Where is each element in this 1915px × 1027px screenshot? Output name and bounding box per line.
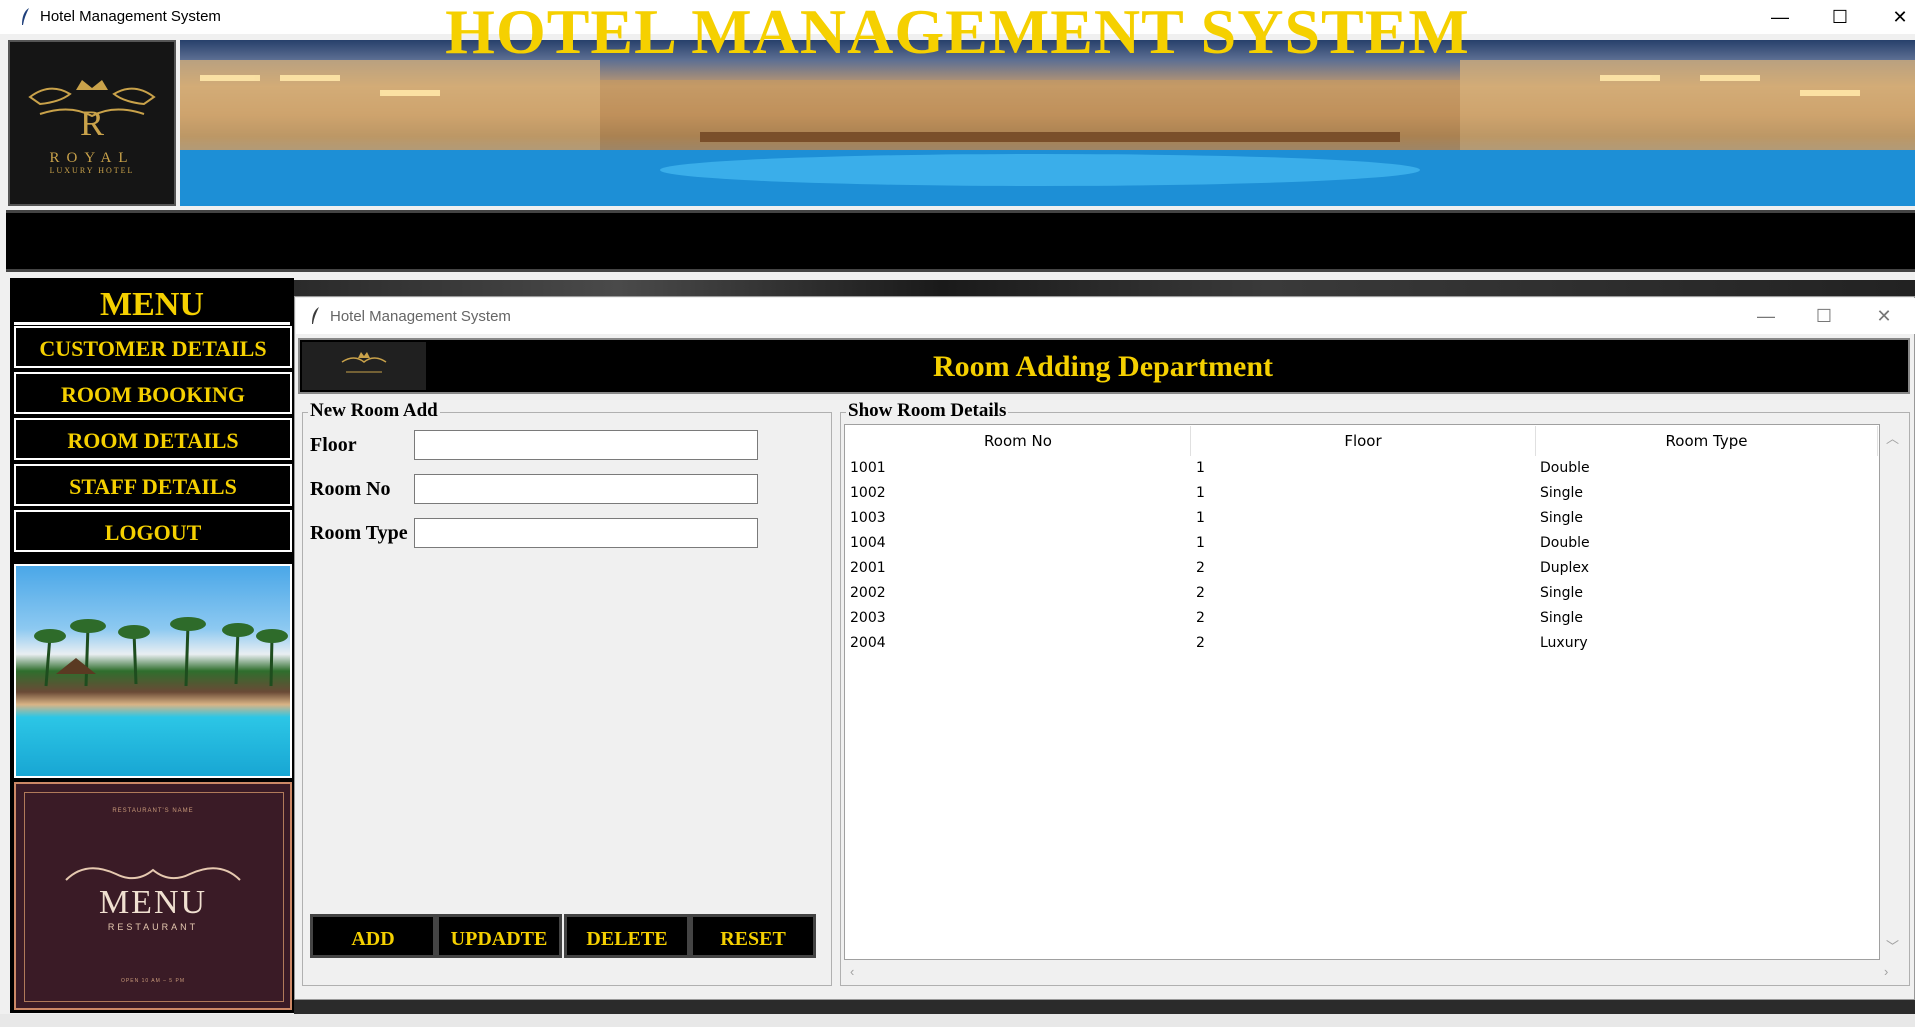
cell-room-no: 1004 [850, 535, 886, 551]
cell-room-no: 2002 [850, 585, 886, 601]
restaurant-hours: OPEN 10 AM – 5 PM [121, 978, 185, 984]
room-type-input[interactable] [414, 518, 758, 548]
logo-letter: R [79, 103, 104, 143]
room-type-label: Room Type [310, 522, 408, 544]
cell-floor: 2 [1196, 610, 1205, 626]
cell-floor: 2 [1196, 585, 1205, 601]
show-room-details-label: Show Room Details [846, 400, 1009, 422]
department-title: Room Adding Department [932, 350, 1273, 383]
inner-title-bar [296, 298, 1915, 334]
restaurant-menu-image: RESTAURANT'S NAME MENU RESTAURANT OPEN 1… [14, 782, 292, 1010]
floor-input[interactable] [414, 430, 758, 460]
cell-room-no: 1001 [850, 460, 886, 476]
cell-room-type: Double [1540, 460, 1590, 476]
menu-room-booking-button[interactable]: ROOM BOOKING [14, 372, 292, 414]
hotel-logo: R ROYAL LUXURY HOTEL [8, 40, 176, 206]
cell-room-no: 1003 [850, 510, 886, 526]
inner-window-title: Hotel Management System [330, 308, 511, 325]
cell-room-type: Single [1540, 610, 1584, 626]
add-button[interactable]: ADD [310, 914, 436, 958]
room-no-input[interactable] [414, 474, 758, 504]
table-row[interactable]: 1004 1 Double [846, 531, 1878, 556]
reset-button[interactable]: RESET [690, 914, 816, 958]
cell-room-no: 2004 [850, 635, 886, 651]
footer-strip [0, 1014, 1915, 1027]
column-header-room-type[interactable]: Room Type [1536, 426, 1878, 456]
room-no-label: Room No [310, 478, 391, 500]
main-title-bar [6, 210, 1915, 272]
minimize-icon[interactable]: — [1738, 298, 1794, 334]
menu-room-details-button[interactable]: ROOM DETAILS [14, 418, 292, 460]
new-room-add-label: New Room Add [308, 400, 440, 422]
cell-floor: 1 [1196, 510, 1205, 526]
cell-floor: 2 [1196, 635, 1205, 651]
column-header-floor[interactable]: Floor [1191, 426, 1536, 456]
cell-floor: 2 [1196, 560, 1205, 576]
update-button[interactable]: UPDADTE [436, 914, 562, 958]
logo-tagline: LUXURY HOTEL [49, 166, 135, 175]
cell-room-type: Luxury [1540, 635, 1588, 651]
vertical-scrollbar[interactable]: ︿ ﹀ [1882, 424, 1900, 960]
column-header-room-no[interactable]: Room No [846, 426, 1191, 456]
cell-room-no: 2001 [850, 560, 886, 576]
resort-pool-image [14, 564, 292, 778]
table-row[interactable]: 2002 2 Single [846, 581, 1878, 606]
table-row[interactable]: 1001 1 Double [846, 456, 1878, 481]
scroll-right-icon[interactable]: › [1884, 964, 1888, 979]
background-bottom-strip [294, 1000, 1915, 1014]
cell-floor: 1 [1196, 535, 1205, 551]
menu-title: MENU [14, 282, 290, 325]
app-main-title: HOTEL MANAGEMENT SYSTEM [445, 0, 1470, 67]
scroll-up-icon[interactable]: ︿ [1886, 428, 1899, 447]
maximize-icon[interactable]: ☐ [1796, 298, 1852, 334]
cell-room-type: Single [1540, 585, 1584, 601]
menu-staff-details-button[interactable]: STAFF DETAILS [14, 464, 292, 506]
cell-room-type: Single [1540, 485, 1584, 501]
scroll-left-icon[interactable]: ‹ [850, 964, 854, 979]
delete-button[interactable]: DELETE [564, 914, 690, 958]
close-icon[interactable]: ✕ [1856, 298, 1912, 334]
cell-room-type: Duplex [1540, 560, 1590, 576]
table-row[interactable]: 2004 2 Luxury [846, 631, 1878, 656]
restaurant-subtitle: RESTAURANT [107, 922, 199, 932]
table-row[interactable]: 1002 1 Single [846, 481, 1878, 506]
horizontal-scrollbar[interactable]: ‹ › [844, 962, 1900, 982]
table-row[interactable]: 2003 2 Single [846, 606, 1878, 631]
feather-icon [312, 307, 319, 324]
department-logo [302, 342, 426, 390]
menu-customer-details-button[interactable]: CUSTOMER DETAILS [14, 326, 292, 368]
logo-name: ROYAL [49, 150, 135, 166]
cell-room-type: Single [1540, 510, 1584, 526]
cell-floor: 1 [1196, 485, 1205, 501]
cell-floor: 1 [1196, 460, 1205, 476]
scroll-down-icon[interactable]: ﹀ [1886, 936, 1899, 955]
table-row[interactable]: 1003 1 Single [846, 506, 1878, 531]
menu-logout-button[interactable]: LOGOUT [14, 510, 292, 552]
cell-room-type: Double [1540, 535, 1590, 551]
cell-room-no: 1002 [850, 485, 886, 501]
cell-room-no: 2003 [850, 610, 886, 626]
restaurant-menu-title: MENU [98, 884, 208, 921]
floor-label: Floor [310, 434, 357, 456]
restaurant-name-text: RESTAURANT'S NAME [112, 808, 194, 814]
table-row[interactable]: 2001 2 Duplex [846, 556, 1878, 581]
